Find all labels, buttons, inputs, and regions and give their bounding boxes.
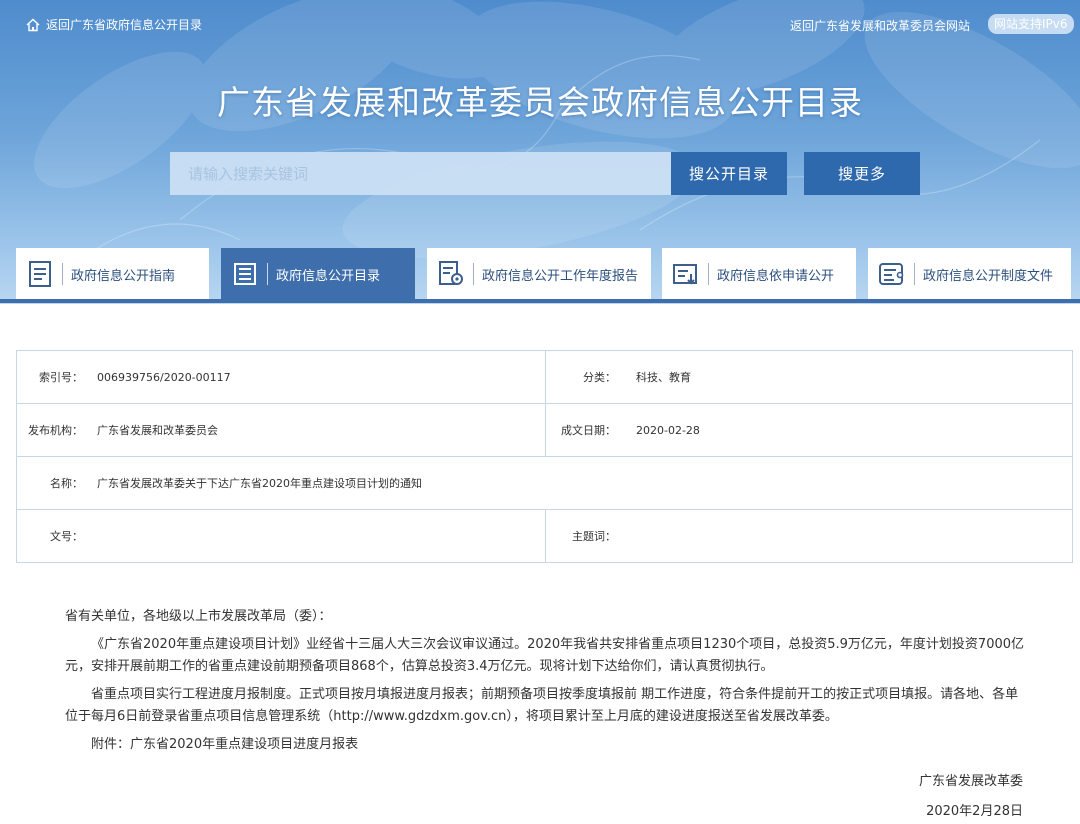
tab-policy-documents-label: 政府信息公开制度文件 bbox=[923, 268, 1054, 284]
table-row: 名称： 广东省发展改革委关于下达广东省2020年重点建设项目计划的通知 bbox=[16, 456, 1073, 510]
back-to-province-catalog-link[interactable]: 返回广东省政府信息公开目录 bbox=[26, 16, 202, 33]
tab-separator bbox=[473, 263, 474, 285]
article-sign-date: 2020年2月28日 bbox=[926, 804, 1023, 819]
tab-annual-report[interactable]: 政府信息公开工作年度报告 bbox=[427, 248, 651, 300]
home-icon bbox=[26, 18, 40, 31]
tab-policy-documents[interactable]: 政府信息公开制度文件 bbox=[868, 248, 1071, 300]
issuer-label: 发布机构： bbox=[28, 424, 83, 437]
category-value: 科技、教育 bbox=[636, 371, 691, 384]
subject-cell: 主题词： bbox=[545, 509, 1073, 563]
article-body: 省有关单位，各地级以上市发展改革局（委）： 《广东省2020年重点建设项目计划》… bbox=[65, 606, 1025, 762]
tab-separator bbox=[914, 263, 915, 285]
name-label: 名称： bbox=[50, 477, 83, 490]
nav-underline bbox=[0, 299, 1080, 303]
tab-annual-report-label: 政府信息公开工作年度报告 bbox=[482, 268, 639, 284]
ipv6-badge: 网站支持IPv6 bbox=[988, 14, 1074, 34]
search-input[interactable] bbox=[170, 152, 671, 195]
date-label: 成文日期： bbox=[561, 424, 616, 437]
page-title: 广东省发展和改革委员会政府信息公开目录 bbox=[217, 83, 863, 122]
table-row: 发布机构： 广东省发展和改革委员会 成文日期： 2020-02-28 bbox=[16, 403, 1073, 457]
date-cell: 成文日期： 2020-02-28 bbox=[545, 403, 1073, 457]
subject-label: 主题词： bbox=[572, 530, 616, 543]
date-value: 2020-02-28 bbox=[636, 423, 700, 437]
article-salutation: 省有关单位，各地级以上市发展改革局（委）： bbox=[65, 609, 332, 624]
index-value: 006939756/2020-00117 bbox=[97, 370, 231, 384]
index-label: 索引号： bbox=[39, 371, 83, 384]
tab-application[interactable]: 政府信息依申请公开 bbox=[662, 248, 856, 300]
tab-catalog[interactable]: 政府信息公开目录 bbox=[221, 248, 415, 300]
document-lines-icon bbox=[26, 260, 54, 288]
tab-catalog-label: 政府信息公开目录 bbox=[276, 268, 381, 284]
index-cell: 索引号： 006939756/2020-00117 bbox=[16, 350, 546, 404]
table-row: 文号： 主题词： bbox=[16, 509, 1073, 563]
home-link-label: 返回广东省政府信息公开目录 bbox=[46, 18, 203, 32]
tab-guide[interactable]: 政府信息公开指南 bbox=[16, 248, 209, 300]
issuer-cell: 发布机构： 广东省发展和改革委员会 bbox=[16, 403, 546, 457]
hero-banner: 返回广东省政府信息公开目录 返回广东省发展和改革委员会网站 网站支持IPv6 广… bbox=[0, 0, 1080, 304]
article-paragraph: 《广东省2020年重点建设项目计划》业经省十三届人大三次会议审议通过。2020年… bbox=[65, 637, 1025, 674]
tab-separator bbox=[267, 263, 268, 285]
tab-application-label: 政府信息依申请公开 bbox=[717, 268, 835, 284]
policy-list-icon bbox=[878, 260, 906, 288]
tab-separator bbox=[708, 263, 709, 285]
article-signer: 广东省发展改革委 bbox=[918, 774, 1023, 789]
document-metadata-table: 索引号： 006939756/2020-00117 分类： 科技、教育 发布机构… bbox=[16, 350, 1073, 563]
issuer-value: 广东省发展和改革委员会 bbox=[97, 424, 218, 437]
tab-guide-label: 政府信息公开指南 bbox=[71, 268, 176, 284]
article-paragraph: 省重点项目实行工程进度月报制度。正式项目按月填报进度月报表；前期预备项目按季度填… bbox=[65, 687, 1019, 724]
category-cell: 分类： 科技、教育 bbox=[545, 350, 1073, 404]
category-label: 分类： bbox=[583, 371, 616, 384]
top-bar: 返回广东省政府信息公开目录 返回广东省发展和改革委员会网站 网站支持IPv6 bbox=[0, 0, 1080, 48]
application-form-icon bbox=[672, 260, 700, 288]
docno-label: 文号： bbox=[50, 530, 83, 543]
tab-separator bbox=[62, 263, 63, 285]
docno-cell: 文号： bbox=[16, 509, 546, 563]
table-row: 索引号： 006939756/2020-00117 分类： 科技、教育 bbox=[16, 350, 1073, 404]
name-cell: 名称： 广东省发展改革委关于下达广东省2020年重点建设项目计划的通知 bbox=[16, 456, 1073, 510]
catalog-list-icon bbox=[231, 260, 259, 288]
search-more-button[interactable]: 搜更多 bbox=[804, 152, 920, 195]
search-catalog-button[interactable]: 搜公开目录 bbox=[671, 152, 787, 195]
name-value: 广东省发展改革委关于下达广东省2020年重点建设项目计划的通知 bbox=[97, 477, 422, 490]
report-gear-icon bbox=[437, 260, 465, 288]
back-to-ndrc-site-link[interactable]: 返回广东省发展和改革委员会网站 bbox=[790, 17, 970, 34]
article-attachment[interactable]: 附件：广东省2020年重点建设项目进度月报表 bbox=[65, 734, 1025, 756]
